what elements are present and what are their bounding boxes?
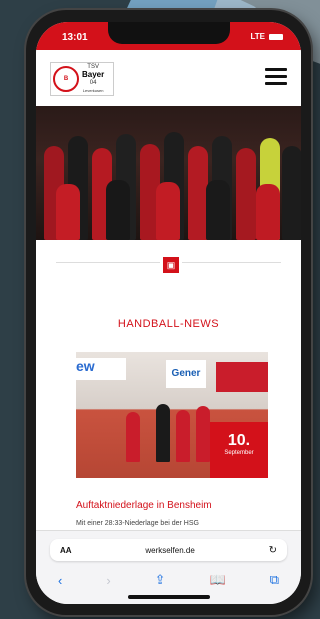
- bayer-cross-icon: B: [53, 66, 79, 92]
- browser-nav: ‹ › ⇪ 📖 ⧉: [36, 569, 301, 591]
- phone-screen: 13:01 LTE B TSV Bayer 04 Leverkusen ▣ HA…: [36, 22, 301, 604]
- date-month: September: [224, 450, 254, 456]
- status-bar: 13:01 LTE: [36, 22, 301, 50]
- news-image[interactable]: ew Gener 10. September: [76, 352, 268, 478]
- reader-settings-button[interactable]: AA: [60, 546, 72, 555]
- signal-label: LTE: [250, 32, 265, 41]
- ad-banner: ew: [76, 358, 126, 380]
- news-title-link[interactable]: Auftaktniederlage in Bensheim: [76, 500, 286, 511]
- forward-icon[interactable]: ›: [106, 573, 110, 588]
- section-title: HANDBALL-NEWS: [117, 318, 220, 330]
- browser-toolbar: AA werkselfen.de ↻ ‹ › ⇪ 📖 ⧉: [36, 530, 301, 604]
- hamburger-menu-icon[interactable]: [265, 68, 287, 86]
- bookmarks-icon[interactable]: 📖: [210, 572, 226, 588]
- share-icon[interactable]: ⇪: [155, 572, 166, 588]
- date-day: 10.: [227, 432, 251, 449]
- status-indicators: LTE: [250, 32, 283, 41]
- team-photo: [36, 106, 301, 240]
- logo-text: TSV Bayer 04 Leverkusen: [82, 64, 105, 93]
- date-badge: 10. September: [210, 422, 268, 478]
- club-logo[interactable]: B TSV Bayer 04 Leverkusen: [50, 62, 114, 96]
- site-header: B TSV Bayer 04 Leverkusen: [36, 50, 301, 107]
- battery-icon: [269, 33, 283, 40]
- tabs-icon[interactable]: ⧉: [270, 572, 279, 588]
- home-indicator: [128, 595, 210, 599]
- status-time: 13:01: [62, 32, 88, 43]
- news-teaser: Mit einer 28:33-Niederlage bei der HSG: [76, 520, 199, 527]
- ad-banner: Gener: [166, 360, 206, 388]
- handball-icon: ▣: [160, 254, 182, 276]
- notch: [108, 22, 230, 44]
- reload-icon[interactable]: ↻: [269, 545, 277, 556]
- ad-banner: [216, 362, 268, 392]
- phone-frame: 13:01 LTE B TSV Bayer 04 Leverkusen ▣ HA…: [26, 10, 311, 615]
- back-icon[interactable]: ‹: [58, 573, 62, 588]
- url-text[interactable]: werkselfen.de: [72, 546, 269, 555]
- address-bar[interactable]: AA werkselfen.de ↻: [50, 539, 287, 561]
